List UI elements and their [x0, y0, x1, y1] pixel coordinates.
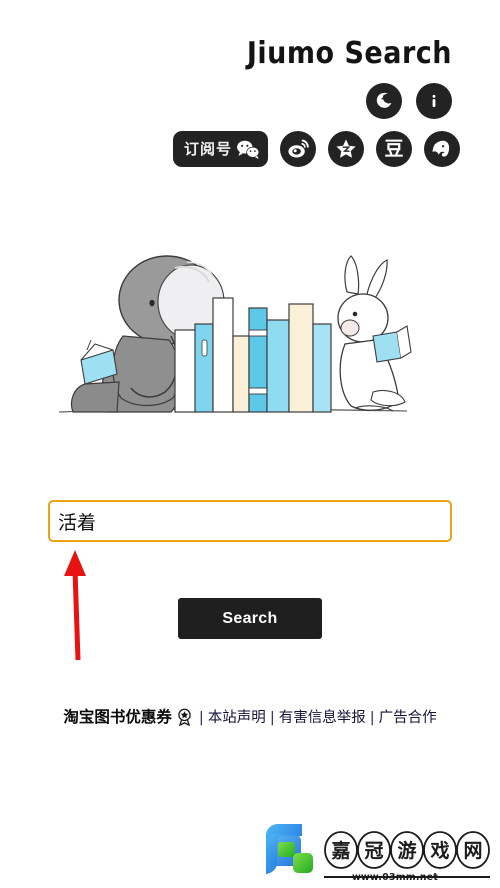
hero-illustration: [55, 232, 455, 427]
night-mode-button[interactable]: [366, 83, 402, 119]
annotation-arrow-icon: [64, 550, 86, 661]
taobao-coupon-link[interactable]: 淘宝图书优惠券: [63, 708, 172, 726]
watermark-char-4: 网: [463, 840, 482, 862]
search-button[interactable]: Search: [178, 598, 322, 639]
search-box[interactable]: [48, 500, 452, 542]
search-input[interactable]: [50, 502, 450, 540]
star-icon: [336, 139, 356, 158]
footer-link-advertising[interactable]: 广告合作: [379, 710, 437, 726]
watermark-char-0: 嘉: [330, 840, 350, 862]
award-badge-icon: [176, 708, 193, 734]
footer-link-report[interactable]: 有害信息举报: [279, 710, 366, 726]
page-header: Jiumo Search 订阅号 豆: [0, 0, 500, 190]
footer-separator-3: |: [369, 710, 375, 726]
watermark-url: www.03mm.net: [351, 872, 439, 883]
page-title: Jiumo Search: [246, 36, 452, 71]
social-links-row: 订阅号 豆: [172, 131, 460, 167]
info-button[interactable]: [416, 83, 452, 119]
social-weibo[interactable]: [280, 131, 316, 167]
footer-separator-1: |: [198, 710, 204, 726]
footer-separator-2: |: [269, 710, 275, 726]
info-icon: [432, 94, 436, 107]
top-icon-row: [366, 83, 452, 119]
social-evernote[interactable]: [424, 131, 460, 167]
wechat-icon: [237, 140, 260, 159]
elephant-rabbit-books-illustration: [58, 255, 412, 413]
wechat-subscription-label: 订阅号: [183, 139, 232, 158]
evernote-elephant-icon: [431, 140, 449, 157]
social-douban[interactable]: 豆: [376, 131, 412, 167]
social-star-site[interactable]: [328, 131, 364, 167]
watermark-char-3: 戏: [429, 840, 449, 862]
watermark-char-2: 游: [397, 839, 416, 862]
douban-label: 豆: [384, 137, 404, 160]
watermark-char-1: 冠: [364, 840, 383, 862]
footer: 淘宝图书优惠券 | 本站声明 | 有害信息举报 | 广告合作: [45, 705, 455, 734]
weibo-icon: [288, 139, 309, 158]
footer-link-statement[interactable]: 本站声明: [208, 710, 266, 726]
moon-icon: [376, 92, 392, 108]
social-wechat-subscription[interactable]: 订阅号: [172, 131, 268, 167]
